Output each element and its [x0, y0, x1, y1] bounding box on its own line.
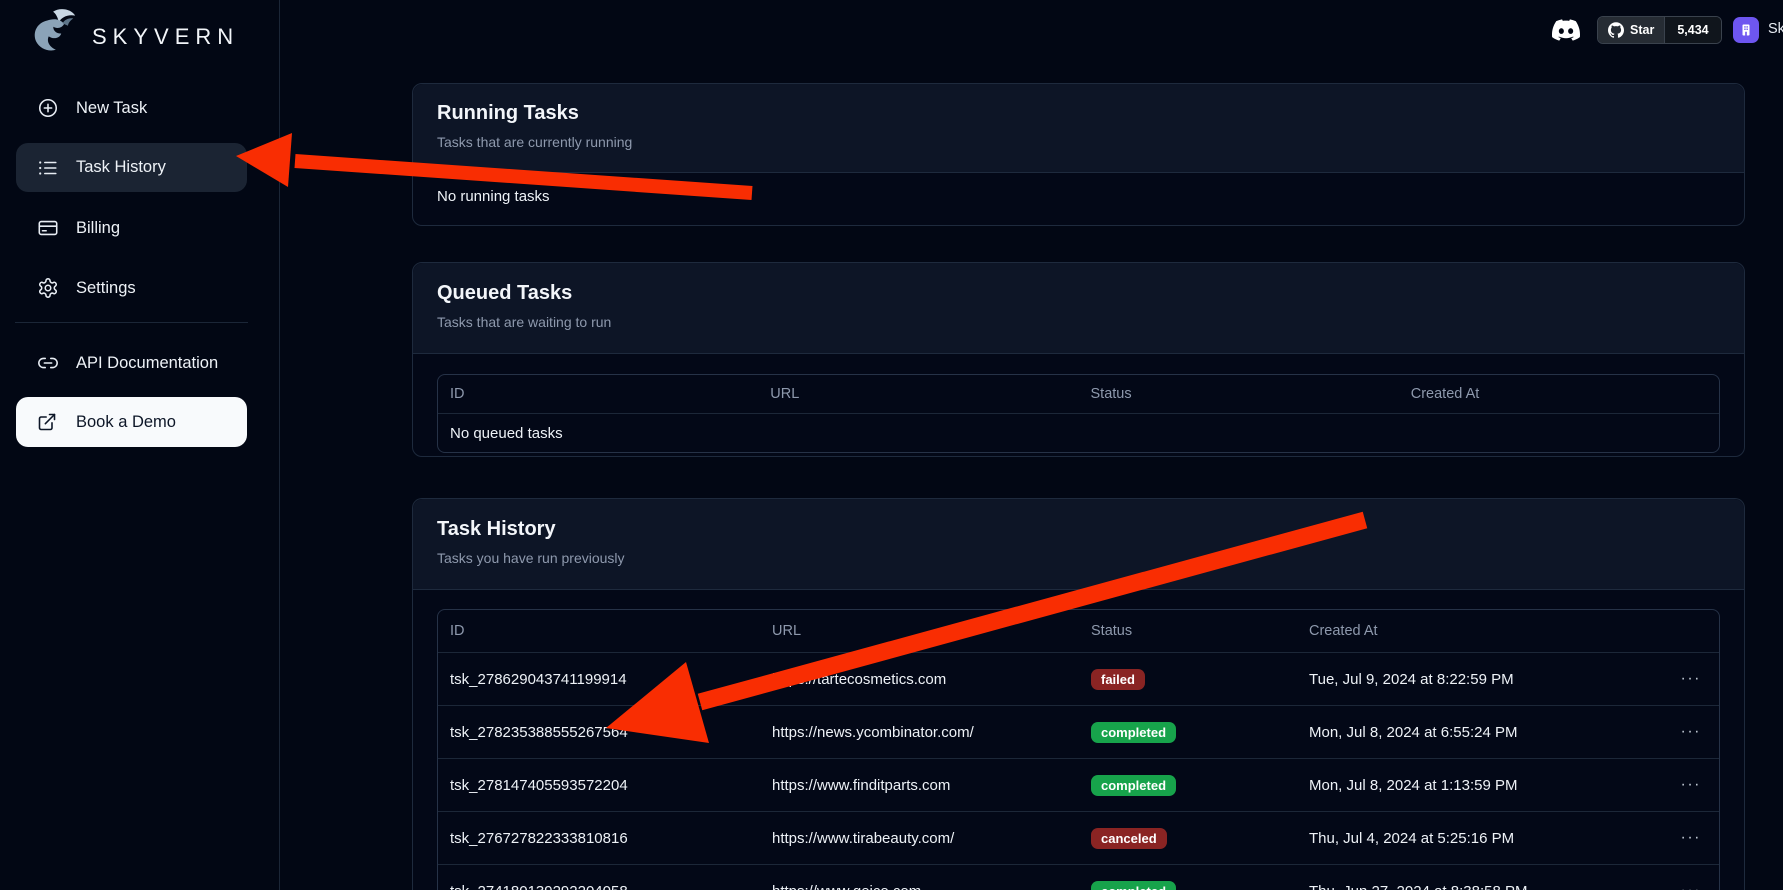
link-icon [37, 352, 59, 374]
task-id: tsk_278147405593572204 [438, 777, 760, 794]
github-star-widget[interactable]: Star 5,434 [1597, 16, 1722, 44]
status-badge: failed [1091, 669, 1145, 690]
column-header-id: ID [438, 386, 758, 402]
table-header-row: ID URL Status Created At [438, 375, 1719, 413]
table-row[interactable]: tsk_276727822333810816 https://www.tirab… [438, 811, 1719, 864]
column-header-url: URL [758, 386, 1078, 402]
github-star-label: Star [1630, 23, 1654, 37]
task-url: https://news.ycombinator.com/ [760, 724, 1079, 741]
table-row[interactable]: tsk_278147405593572204 https://www.findi… [438, 758, 1719, 811]
github-icon [1608, 22, 1624, 38]
task-url: https://tartecosmetics.com [760, 671, 1079, 688]
status-badge: completed [1091, 881, 1176, 890]
topbar: Star 5,434 Sk [0, 0, 1783, 60]
no-running-tasks-text: No running tasks [413, 173, 1744, 220]
user-avatar[interactable] [1733, 17, 1759, 43]
sidebar-item-task-history[interactable]: Task History [16, 143, 247, 192]
task-created-at: Mon, Jul 8, 2024 at 6:55:24 PM [1297, 724, 1662, 741]
credit-card-icon [37, 217, 59, 239]
card-title: Queued Tasks [437, 281, 1720, 306]
task-url: https://www.tirabeauty.com/ [760, 830, 1079, 847]
task-created-at: Thu, Jun 27, 2024 at 8:38:58 PM [1297, 883, 1662, 890]
card-subtitle: Tasks that are waiting to run [437, 313, 1720, 331]
running-tasks-header: Running Tasks Tasks that are currently r… [413, 84, 1744, 173]
queued-tasks-header: Queued Tasks Tasks that are waiting to r… [413, 263, 1744, 354]
queued-tasks-card: Queued Tasks Tasks that are waiting to r… [412, 262, 1745, 457]
task-created-at: Tue, Jul 9, 2024 at 8:22:59 PM [1297, 671, 1662, 688]
github-star-count: 5,434 [1665, 17, 1720, 43]
row-actions-button[interactable]: ··· [1681, 723, 1701, 741]
github-star-button[interactable]: Star [1598, 17, 1665, 43]
task-history-table: ID URL Status Created At tsk_27862904374… [437, 609, 1720, 890]
sidebar-item-label: New Task [76, 99, 147, 118]
sidebar-item-label: API Documentation [76, 354, 218, 373]
card-title: Running Tasks [437, 101, 1720, 126]
card-subtitle: Tasks you have run previously [437, 549, 1720, 567]
row-actions-button[interactable]: ··· [1681, 670, 1701, 688]
sidebar: SKYVERN New Task Task History Billing Se [0, 0, 280, 890]
card-subtitle: Tasks that are currently running [437, 133, 1720, 151]
discord-icon[interactable] [1552, 16, 1580, 44]
building-icon [1739, 23, 1753, 37]
column-header-status: Status [1079, 623, 1297, 639]
sidebar-item-label: Billing [76, 219, 120, 238]
task-url: https://www.geico.com [760, 883, 1079, 890]
table-row[interactable]: tsk_278629043741199914 https://tartecosm… [438, 652, 1719, 705]
row-actions-button[interactable]: ··· [1681, 829, 1701, 847]
skyvern-app: SKYVERN New Task Task History Billing Se [0, 0, 1783, 890]
sidebar-item-new-task[interactable]: New Task [16, 85, 247, 131]
task-history-header: Task History Tasks you have run previous… [413, 499, 1744, 590]
task-id: tsk_276727822333810816 [438, 830, 760, 847]
column-header-status: Status [1079, 386, 1399, 402]
plus-circle-icon [37, 97, 59, 119]
user-name-truncated: Sk [1768, 21, 1783, 37]
task-id: tsk_274180139292204058 [438, 883, 760, 890]
row-actions-button[interactable]: ··· [1681, 882, 1701, 890]
task-id: tsk_278235388555267564 [438, 724, 760, 741]
column-header-created-at: Created At [1297, 623, 1662, 639]
book-a-demo-button[interactable]: Book a Demo [16, 397, 247, 447]
list-icon [37, 157, 59, 179]
task-url: https://www.finditparts.com [760, 777, 1079, 794]
queued-tasks-table: ID URL Status Created At No queued tasks [437, 374, 1720, 453]
running-tasks-card: Running Tasks Tasks that are currently r… [412, 83, 1745, 226]
table-row[interactable]: tsk_278235388555267564 https://news.ycom… [438, 705, 1719, 758]
sidebar-item-label: Settings [76, 279, 136, 298]
no-queued-tasks-text: No queued tasks [438, 425, 563, 442]
sidebar-item-api-documentation[interactable]: API Documentation [16, 340, 247, 386]
column-header-url: URL [760, 623, 1079, 639]
empty-row: No queued tasks [438, 413, 1719, 452]
gear-icon [37, 277, 59, 299]
table-header-row: ID URL Status Created At [438, 610, 1719, 652]
task-created-at: Thu, Jul 4, 2024 at 5:25:16 PM [1297, 830, 1662, 847]
table-row[interactable]: tsk_274180139292204058 https://www.geico… [438, 864, 1719, 890]
status-badge: canceled [1091, 828, 1167, 849]
card-title: Task History [437, 517, 1720, 542]
external-link-icon [37, 411, 59, 433]
book-a-demo-label: Book a Demo [76, 413, 176, 432]
row-actions-button[interactable]: ··· [1681, 776, 1701, 794]
sidebar-item-billing[interactable]: Billing [16, 205, 247, 251]
column-header-created-at: Created At [1399, 386, 1719, 402]
status-badge: completed [1091, 722, 1176, 743]
task-created-at: Mon, Jul 8, 2024 at 1:13:59 PM [1297, 777, 1662, 794]
column-header-id: ID [438, 623, 760, 639]
sidebar-divider [15, 322, 248, 323]
sidebar-item-settings[interactable]: Settings [16, 265, 247, 311]
status-badge: completed [1091, 775, 1176, 796]
task-history-card: Task History Tasks you have run previous… [412, 498, 1745, 890]
task-id: tsk_278629043741199914 [438, 671, 760, 688]
sidebar-item-label: Task History [76, 158, 166, 177]
